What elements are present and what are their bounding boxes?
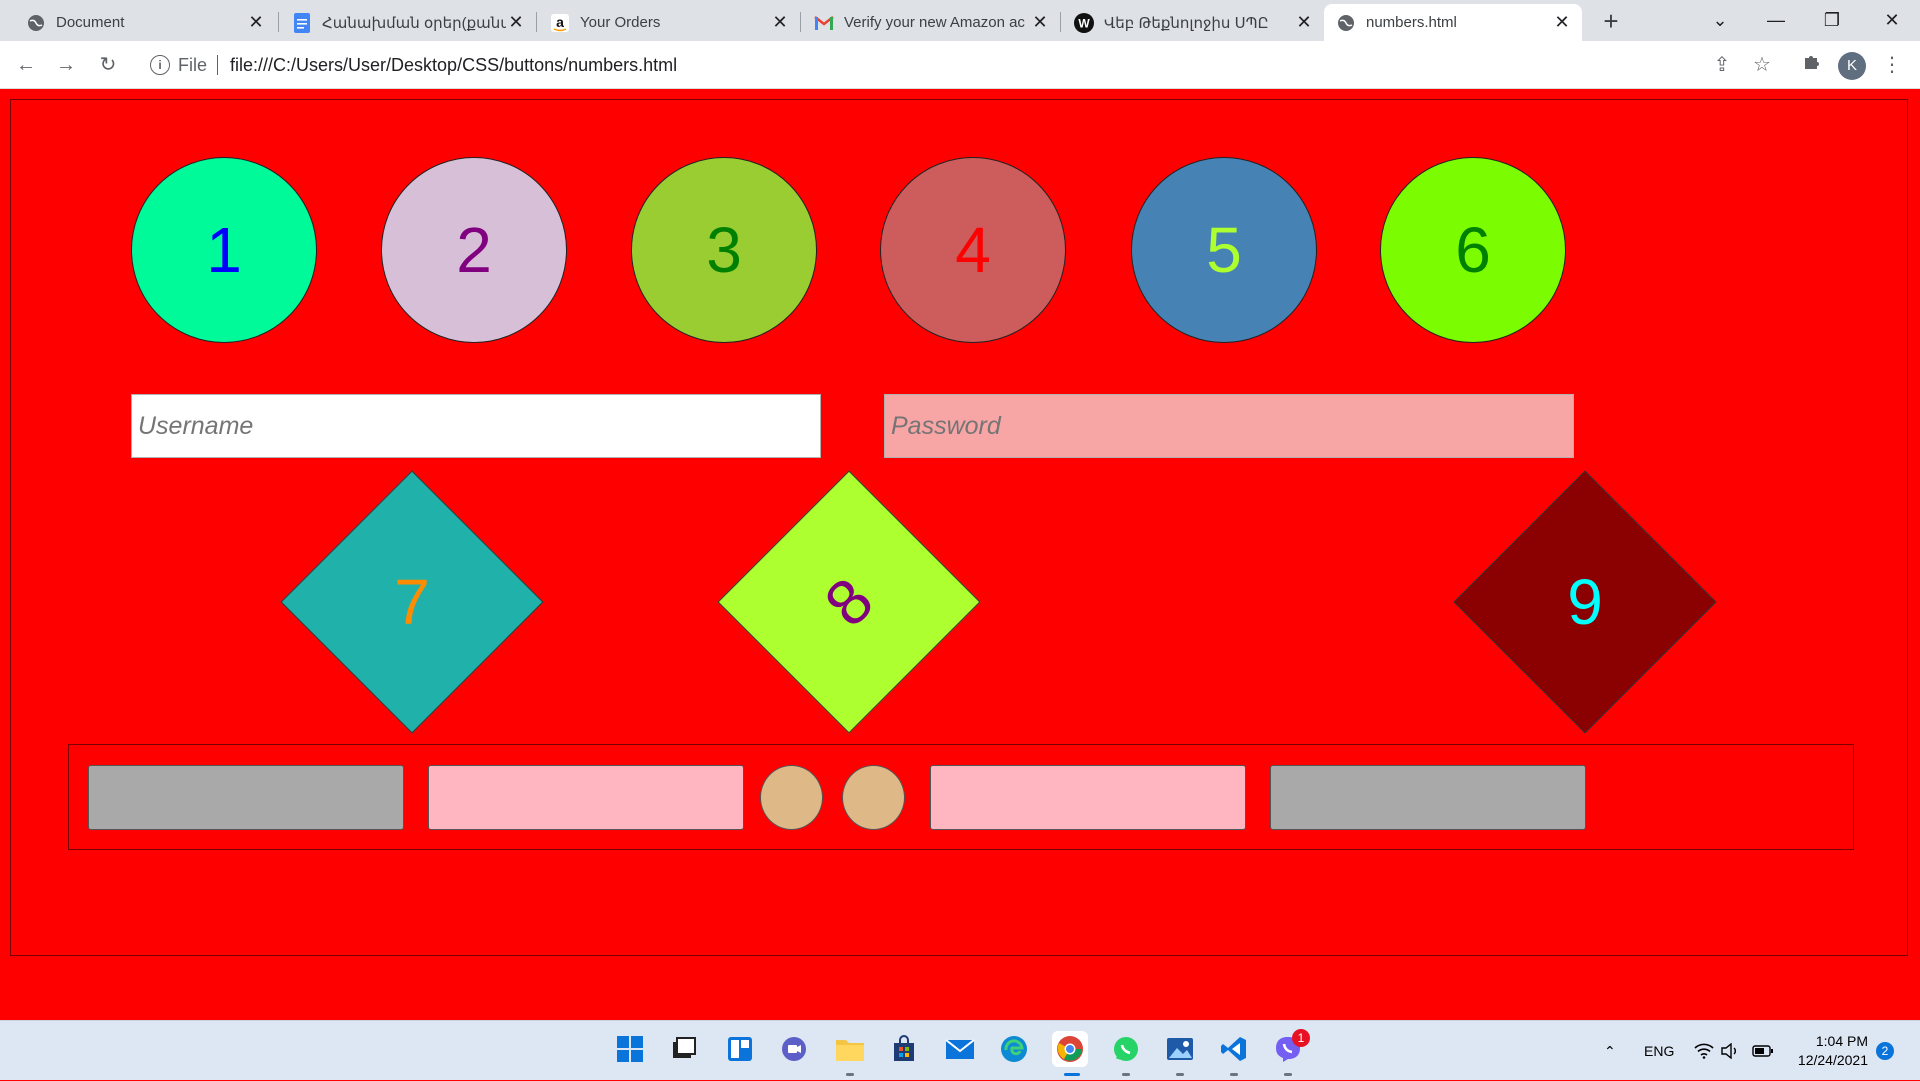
diamond-label-8: 8 [756,509,942,695]
wifi-icon[interactable] [1694,1021,1714,1081]
tab-your-orders[interactable]: a Your Orders ✕ [538,4,800,41]
rotated-digit: 8 [810,563,888,641]
circle-button-3[interactable]: 3 [631,157,817,343]
close-window-icon[interactable]: ✕ [1864,0,1920,40]
mail-icon[interactable] [942,1031,978,1067]
show-hidden-icons-icon[interactable]: ⌃ [1604,1021,1616,1081]
tab-google-doc[interactable]: Հանախման օրեր(քանակ ✕ [280,4,536,41]
omnibox-divider [217,55,219,75]
running-indicator [1122,1073,1130,1076]
chrome-icon[interactable] [1052,1031,1088,1067]
pink-rect-button-right[interactable] [930,765,1246,830]
whatsapp-icon[interactable] [1108,1031,1144,1067]
url-text: file:///C:/Users/User/Desktop/CSS/button… [230,54,678,75]
svg-text:W: W [1078,16,1090,30]
minimize-icon[interactable]: — [1748,0,1804,40]
clock-time: 1:04 PM [1815,1033,1868,1049]
language-indicator[interactable]: ENG [1644,1021,1674,1081]
tab-document[interactable]: Document ✕ [14,4,276,41]
tab-numbers-html[interactable]: numbers.html ✕ [1324,4,1582,41]
svg-text:a: a [556,14,564,30]
share-icon[interactable]: ⇪ [1708,51,1736,79]
circle-button-1[interactable]: 1 [131,157,317,343]
circle-button-2[interactable]: 2 [381,157,567,343]
tab-gmail[interactable]: Verify your new Amazon ac ✕ [802,4,1060,41]
running-indicator [1176,1073,1184,1076]
notification-badge[interactable]: 2 [1876,1042,1894,1060]
password-input[interactable] [884,394,1574,458]
chat-icon[interactable] [776,1031,812,1067]
address-bar[interactable]: i File file:///C:/Users/User/Desktop/CSS… [140,47,1780,83]
tab-search-chevron-icon[interactable]: ⌄ [1692,0,1748,40]
forward-icon[interactable]: → [50,49,82,81]
tab-divider [1060,12,1061,32]
round-button-right[interactable] [842,765,905,830]
running-indicator [1230,1073,1238,1076]
menu-kebab-icon[interactable]: ⋮ [1878,51,1906,79]
store-icon[interactable] [886,1031,922,1067]
tab-title: Վեբ Թեքնոլոջիս ՍՊԸ [1104,14,1269,32]
docs-icon [292,12,312,33]
scheme-label: File [178,54,208,75]
windows-taskbar: 1 ⌃ ENG 1:04 PM 12/24/2021 2 [0,1020,1920,1080]
tab-title: numbers.html [1366,14,1457,31]
running-indicator [1284,1073,1292,1076]
profile-avatar[interactable]: K [1838,52,1866,80]
tab-web-technologies[interactable]: W Վեբ Թեքնոլոջիս ՍՊԸ ✕ [1062,4,1324,41]
circle-button-5[interactable]: 5 [1131,157,1317,343]
tab-divider [800,12,801,32]
running-indicator [846,1073,854,1076]
edge-icon[interactable] [996,1031,1032,1067]
close-tab-icon[interactable]: ✕ [770,12,790,33]
bookmark-star-icon[interactable]: ☆ [1748,51,1776,79]
task-view-icon[interactable] [666,1031,702,1067]
active-indicator [1064,1073,1080,1076]
clock[interactable]: 1:04 PM 12/24/2021 [1794,1021,1868,1081]
tab-title: Your Orders [580,14,661,31]
tab-title: Հանախման օրեր(քանակ [322,14,506,32]
tab-divider [536,12,537,32]
start-icon[interactable] [612,1031,648,1067]
close-tab-icon[interactable]: ✕ [1294,12,1314,33]
clock-date: 12/24/2021 [1797,1052,1868,1068]
info-icon[interactable]: i [150,55,170,75]
w-logo-icon: W [1074,12,1094,33]
new-tab-icon[interactable]: + [1596,6,1626,36]
close-tab-icon[interactable]: ✕ [1552,12,1572,33]
file-explorer-icon[interactable] [832,1031,868,1067]
diamond-label-7: 7 [394,566,430,638]
close-tab-icon[interactable]: ✕ [506,12,526,33]
vscode-icon[interactable] [1216,1031,1252,1067]
globe-icon [26,13,46,33]
tab-title: Verify your new Amazon ac [844,14,1025,31]
reload-icon[interactable]: ↻ [92,49,124,81]
restore-icon[interactable]: ❐ [1804,0,1860,40]
widgets-icon[interactable] [722,1031,758,1067]
gray-rect-button-right[interactable] [1270,765,1586,830]
circle-button-4[interactable]: 4 [880,157,1066,343]
diamond-label-9: 9 [1567,566,1603,638]
photos-icon[interactable] [1162,1031,1198,1067]
tab-strip: Document ✕ Հանախման օրեր(քանակ ✕ a Your … [0,0,1920,41]
pink-rect-button-left[interactable] [428,765,744,830]
username-input[interactable] [131,394,821,458]
volume-icon[interactable] [1720,1021,1740,1081]
gray-rect-button-left[interactable] [88,765,404,830]
browser-toolbar: ← → ↻ i File file:///C:/Users/User/Deskt… [0,41,1920,89]
tab-title: Document [56,14,125,31]
amazon-icon: a [550,13,570,33]
tab-divider [278,12,279,32]
close-tab-icon[interactable]: ✕ [246,12,266,33]
battery-icon[interactable] [1752,1021,1774,1081]
back-icon[interactable]: ← [10,49,42,81]
extensions-icon[interactable] [1798,51,1826,79]
viber-badge: 1 [1292,1029,1310,1047]
close-tab-icon[interactable]: ✕ [1030,12,1050,33]
globe-icon [1336,13,1356,33]
circle-button-6[interactable]: 6 [1380,157,1566,343]
gmail-icon [814,13,834,33]
round-button-left[interactable] [760,765,823,830]
